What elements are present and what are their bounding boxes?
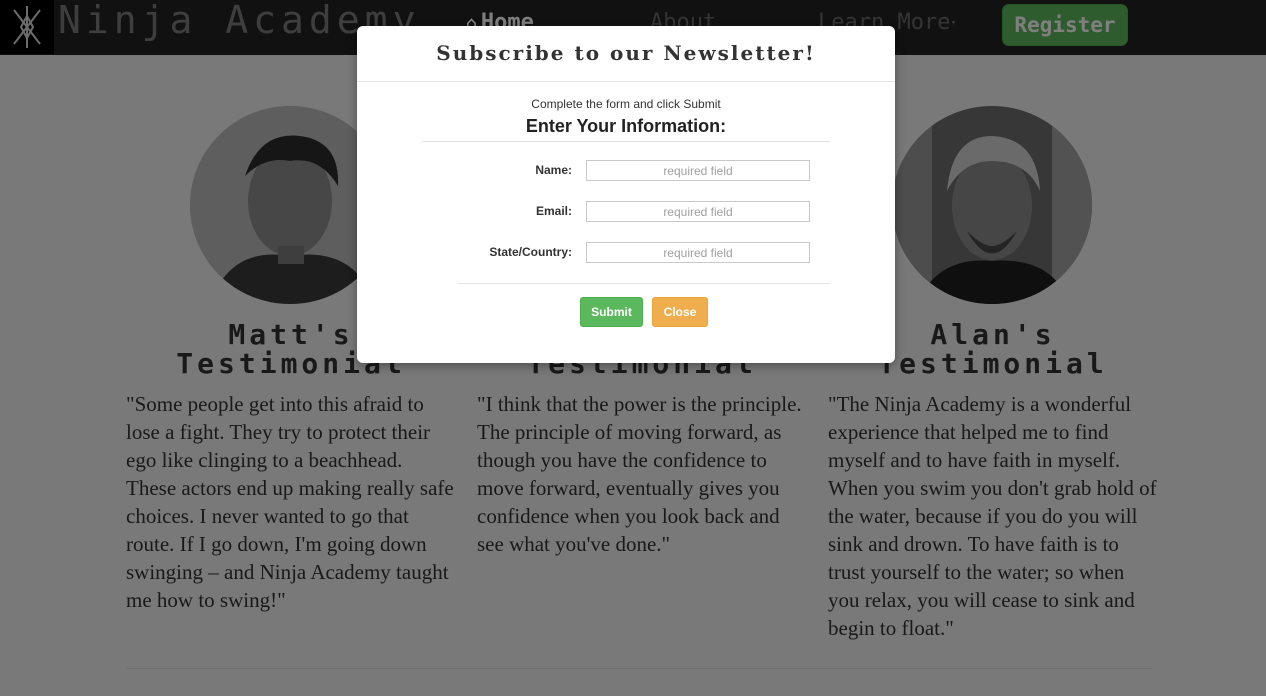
modal-footer-divider: [458, 283, 830, 284]
email-label: Email:: [535, 204, 572, 218]
name-label: Name:: [535, 163, 572, 177]
close-button[interactable]: Close: [652, 297, 708, 327]
submit-button[interactable]: Submit: [580, 297, 643, 327]
modal-title: Subscribe to our Newsletter!: [436, 41, 816, 65]
state-country-label: State/Country:: [489, 245, 572, 259]
form-instructions: Complete the form and click Submit: [531, 97, 721, 111]
modal-header: Subscribe to our Newsletter!: [357, 26, 895, 82]
email-input[interactable]: [586, 201, 810, 222]
name-input[interactable]: [586, 160, 810, 181]
state-country-input[interactable]: [586, 242, 810, 263]
form-divider: [422, 141, 830, 142]
form-heading: Enter Your Information:: [525, 116, 727, 136]
newsletter-modal: Subscribe to our Newsletter! Complete th…: [357, 26, 895, 363]
